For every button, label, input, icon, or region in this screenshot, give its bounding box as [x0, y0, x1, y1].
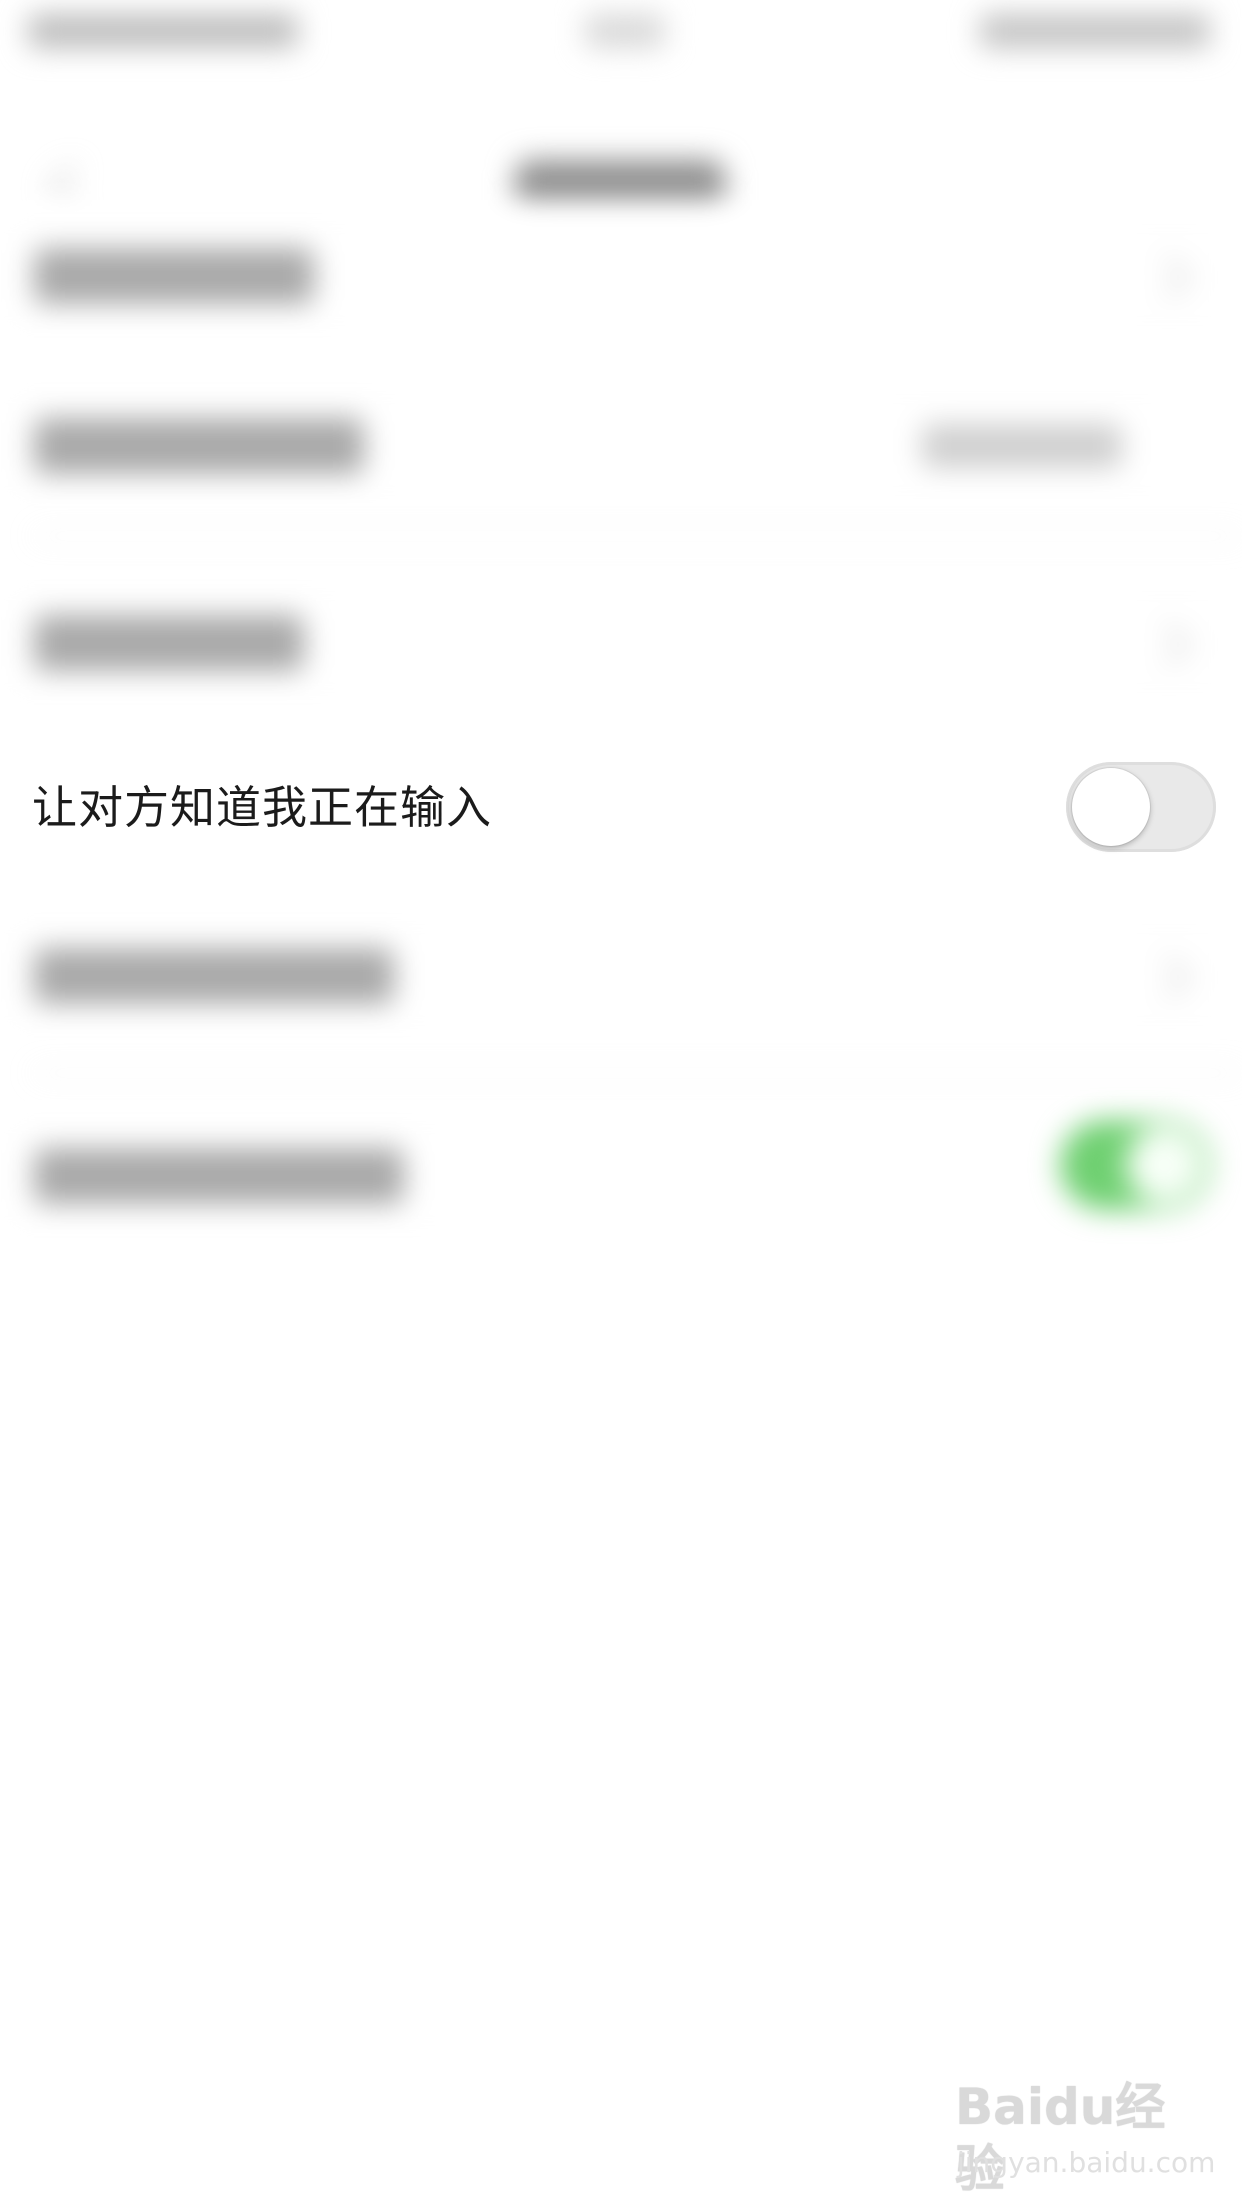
- divider: [34, 535, 1242, 537]
- typing-status-toggle[interactable]: [1066, 762, 1216, 852]
- chevron-right-icon: [1146, 255, 1191, 300]
- status-time: [585, 14, 665, 48]
- typing-status-setting-row: 让对方知道我正在输入: [0, 733, 1242, 883]
- watermark-url: jingyan.baidu.com: [957, 2146, 1216, 2179]
- chevron-right-icon: [1146, 955, 1191, 1000]
- settings-row-label: [34, 1148, 404, 1204]
- settings-row-label: [34, 615, 304, 671]
- carrier-info: [28, 14, 298, 48]
- settings-row-label: [34, 248, 314, 304]
- navigation-bar: [0, 64, 1242, 222]
- settings-row-label: [34, 418, 364, 474]
- battery-icon: [980, 14, 1210, 48]
- settings-row[interactable]: [0, 200, 1242, 350]
- settings-row[interactable]: [0, 1100, 1242, 1250]
- watermark-logo: Baidu经验: [955, 2078, 1166, 2198]
- enabled-toggle[interactable]: [1060, 1120, 1210, 1210]
- settings-row[interactable]: [0, 370, 1242, 520]
- settings-row[interactable]: [0, 900, 1242, 1050]
- settings-row[interactable]: [0, 567, 1242, 717]
- typing-status-label: 让对方知道我正在输入: [32, 781, 493, 834]
- settings-row-value: [922, 424, 1122, 468]
- watermark: Baidu经验 jingyan.baidu.com: [955, 2076, 1216, 2198]
- toggle-knob: [1126, 1126, 1204, 1204]
- chevron-right-icon: [1146, 622, 1191, 667]
- toggle-knob: [1072, 768, 1150, 846]
- settings-row-label: [34, 948, 394, 1004]
- divider: [34, 1072, 1242, 1074]
- status-bar: [0, 0, 1242, 64]
